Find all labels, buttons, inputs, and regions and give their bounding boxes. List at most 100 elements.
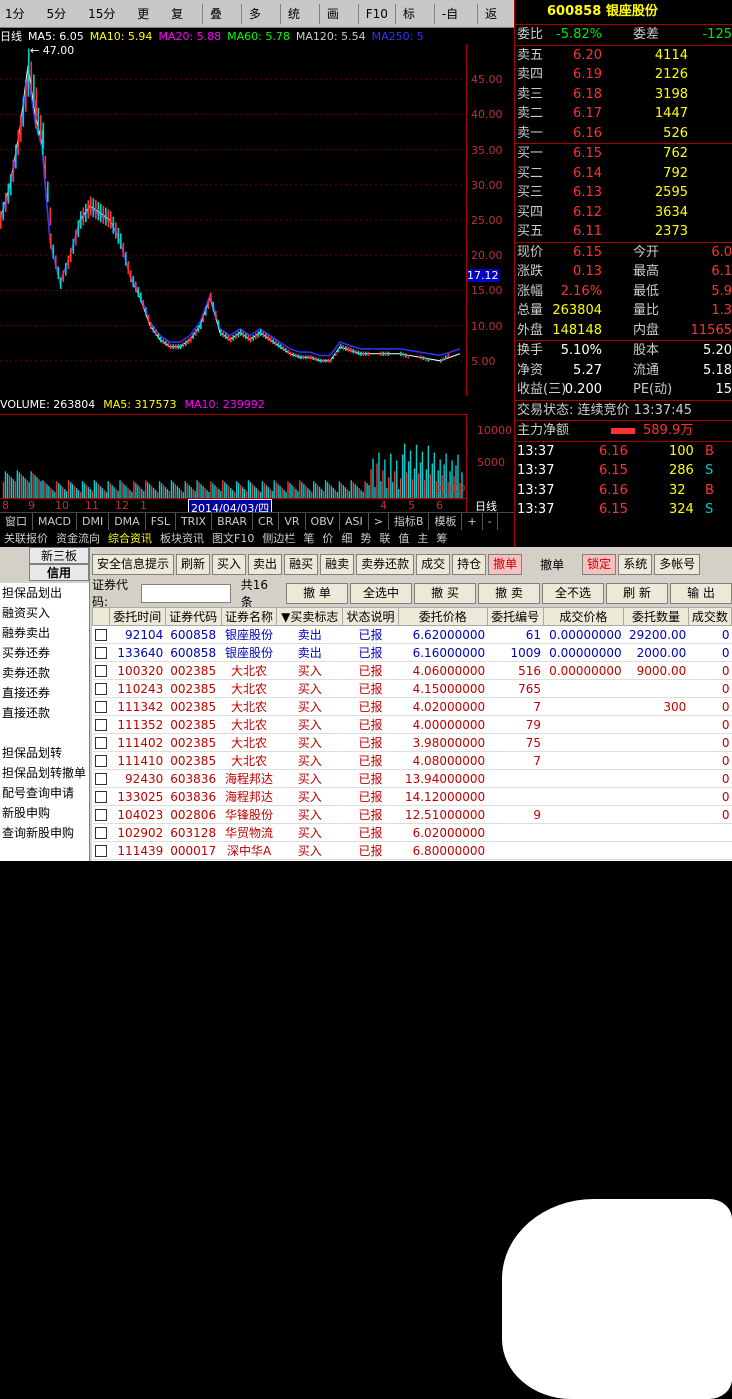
row-checkbox[interactable] xyxy=(94,809,107,821)
indicator-tab[interactable]: DMA xyxy=(109,513,146,530)
nav-tab[interactable]: 侧边栏 xyxy=(258,530,299,547)
row-checkbox[interactable] xyxy=(94,755,107,767)
toolbar-btn-1[interactable]: 5分钟 xyxy=(42,3,84,43)
indicator-tab[interactable]: VR xyxy=(279,513,306,530)
sidebar-item[interactable]: 卖券还款 xyxy=(0,663,89,683)
order-row[interactable]: 133640 600858 银座股份 卖出 已报 6.16000000 1009 0.0000… xyxy=(92,643,732,662)
toolbar-btn-11[interactable]: -自选 xyxy=(437,3,475,43)
action-button[interactable]: 输 出 xyxy=(670,582,732,604)
order-row[interactable]: 111439 000017 深中华A 买入 已报 6.80000000 xyxy=(92,841,732,860)
toolbar-btn-12[interactable]: 返回 xyxy=(480,3,514,43)
row-checkbox[interactable] xyxy=(94,647,107,659)
toolbar-btn-8[interactable]: 画线 xyxy=(322,3,356,43)
toolbar-button[interactable]: 卖券还款 xyxy=(356,553,415,575)
nav-tab[interactable]: 板块资讯 xyxy=(156,530,208,547)
action-button[interactable]: 撤 卖 xyxy=(478,582,540,604)
row-checkbox[interactable] xyxy=(94,665,107,677)
indicator-tab[interactable]: MACD xyxy=(33,513,77,530)
indicator-tab[interactable]: + xyxy=(462,513,483,530)
column-header[interactable]: 成交数 xyxy=(687,607,732,626)
column-header[interactable]: 证券代码 xyxy=(164,607,222,626)
toolbar-btn-2[interactable]: 15分钟 xyxy=(83,3,132,43)
row-checkbox[interactable] xyxy=(94,701,107,713)
indicator-tab[interactable]: TRIX xyxy=(176,513,213,530)
code-input[interactable] xyxy=(140,583,231,603)
toolbar-btn-10[interactable]: 标记 xyxy=(398,3,432,43)
nav-tab[interactable]: 值 xyxy=(394,530,413,547)
kline-chart[interactable]: ← 47.00 xyxy=(0,44,466,396)
toolbar-button[interactable]: 成交 xyxy=(416,553,451,575)
column-header[interactable]: 证券名称 xyxy=(220,607,278,626)
nav-tab[interactable]: 综合资讯 xyxy=(104,530,156,547)
indicator-tab[interactable]: 指标B xyxy=(389,513,430,530)
row-checkbox[interactable] xyxy=(94,737,107,749)
indicator-tab[interactable]: CR xyxy=(253,513,280,530)
toolbar-button[interactable]: 持仓 xyxy=(452,553,487,575)
action-button[interactable]: 撤 单 xyxy=(286,582,348,604)
indicator-tab[interactable]: 窗口 xyxy=(0,513,33,530)
toolbar-button[interactable]: 融买 xyxy=(284,553,319,575)
order-row[interactable]: 92104 600858 银座股份 卖出 已报 6.62000000 61 0.0000000… xyxy=(92,625,732,644)
tab-xinsanban[interactable]: 新三板 xyxy=(29,547,89,564)
toolbar-btn-7[interactable]: 统计 xyxy=(283,3,317,43)
column-header[interactable]: 委托价格 xyxy=(397,607,488,626)
indicator-tab[interactable]: > xyxy=(369,513,389,530)
column-header[interactable]: 成交价格 xyxy=(542,607,625,626)
toolbar-button[interactable]: 刷新 xyxy=(176,553,211,575)
nav-tab[interactable]: 资金流向 xyxy=(52,530,104,547)
toolbar-button[interactable]: 卖出 xyxy=(248,553,283,575)
column-header[interactable]: 委托编号 xyxy=(486,607,544,626)
order-row[interactable]: 100320 002385 大北农 买入 已报 4.06000000 516 0.000000… xyxy=(92,661,732,680)
row-checkbox[interactable] xyxy=(94,629,107,641)
nav-tab[interactable]: 势 xyxy=(356,530,375,547)
row-checkbox[interactable] xyxy=(94,845,107,857)
order-row[interactable]: 104023 002806 华锋股份 买入 已报 12.51000000 9 0 xyxy=(92,805,732,824)
order-row[interactable]: 133025 603836 海程邦达 买入 已报 14.12000000 0 xyxy=(92,787,732,806)
order-row[interactable]: 111352 002385 大北农 买入 已报 4.00000000 79 0 xyxy=(92,715,732,734)
indicator-tab[interactable]: BRAR xyxy=(212,513,254,530)
toolbar-button[interactable]: 系统 xyxy=(618,553,653,575)
nav-tab[interactable]: 细 xyxy=(337,530,356,547)
toolbar-button[interactable]: 撤单 xyxy=(488,553,523,575)
nav-tab[interactable]: 筹 xyxy=(432,530,451,547)
toolbar-button[interactable]: 融卖 xyxy=(320,553,355,575)
order-row[interactable]: 111342 002385 大北农 买入 已报 4.02000000 7 300 0 xyxy=(92,697,732,716)
order-row[interactable]: 110243 002385 大北农 买入 已报 4.15000000 765 0 xyxy=(92,679,732,698)
indicator-tab[interactable]: - xyxy=(483,513,498,530)
row-checkbox[interactable] xyxy=(94,791,107,803)
sidebar-item[interactable]: 融券卖出 xyxy=(0,623,89,643)
sidebar-item[interactable]: 查询新股申购 xyxy=(0,823,89,843)
indicator-tab[interactable]: ASI xyxy=(340,513,369,530)
sidebar-item[interactable]: 配号查询申请 xyxy=(0,783,89,803)
row-checkbox[interactable] xyxy=(94,683,107,695)
action-button[interactable]: 撤 买 xyxy=(414,582,476,604)
nav-tab[interactable]: 关联报价 xyxy=(0,530,52,547)
toolbar-button[interactable]: 多帐号 xyxy=(654,553,701,575)
toolbar-btn-0[interactable]: 1分钟 xyxy=(0,3,42,43)
nav-tab[interactable]: 图文F10 xyxy=(208,530,258,547)
column-header[interactable]: ▼买卖标志 xyxy=(276,607,344,626)
nav-tab[interactable]: 价 xyxy=(318,530,337,547)
sidebar-item[interactable] xyxy=(0,723,89,743)
sidebar-item[interactable]: 新股申购 xyxy=(0,803,89,823)
toolbar-btn-3[interactable]: 更多 xyxy=(132,3,166,43)
sidebar-item[interactable]: 担保品划出 xyxy=(0,583,89,603)
nav-tab[interactable]: 笔 xyxy=(299,530,318,547)
toolbar-btn-4[interactable]: 复权 xyxy=(166,3,200,43)
column-header[interactable]: 委托数量 xyxy=(623,607,689,626)
row-checkbox[interactable] xyxy=(94,773,107,785)
column-header[interactable]: 状态说明 xyxy=(342,607,399,626)
order-row[interactable]: 92430 603836 海程邦达 买入 已报 13.94000000 0 xyxy=(92,769,732,788)
toolbar-button[interactable]: 锁定 xyxy=(582,553,617,575)
row-checkbox[interactable] xyxy=(94,827,107,839)
action-button[interactable]: 全不选 xyxy=(542,582,604,604)
indicator-tab[interactable]: DMI xyxy=(77,513,110,530)
nav-tab[interactable]: 主 xyxy=(413,530,432,547)
column-header[interactable]: 委托时间 xyxy=(108,607,166,626)
sidebar-item[interactable]: 融资买入 xyxy=(0,603,89,623)
indicator-tab[interactable]: OBV xyxy=(306,513,340,530)
order-row[interactable]: 111410 002385 大北农 买入 已报 4.08000000 7 0 xyxy=(92,751,732,770)
nav-tab[interactable]: 联 xyxy=(375,530,394,547)
sidebar-item[interactable]: 直接还券 xyxy=(0,683,89,703)
toolbar-btn-6[interactable]: 多股 xyxy=(244,3,278,43)
